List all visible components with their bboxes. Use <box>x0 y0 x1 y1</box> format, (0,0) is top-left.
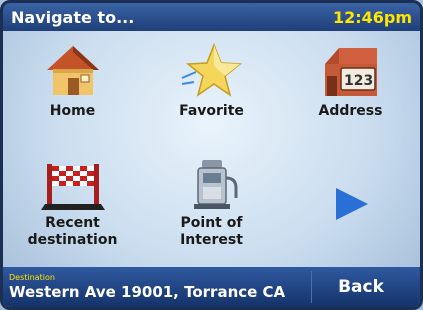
menu-item-label: Favorite <box>179 103 244 119</box>
menu-item-label: Point of Interest <box>180 215 243 248</box>
menu-grid: Home Favorite 123 Address Recent destina… <box>3 36 420 260</box>
menu-item-point-of-interest[interactable]: Point of Interest <box>142 148 281 260</box>
svg-text:123: 123 <box>344 73 373 89</box>
menu-item-home[interactable]: Home <box>3 36 142 148</box>
checkered-flag-icon <box>40 164 105 210</box>
menu-item-label: Home <box>49 103 96 119</box>
next-page-button[interactable] <box>281 148 420 260</box>
menu-item-favorite[interactable]: Favorite <box>142 36 281 148</box>
home-icon <box>46 46 99 95</box>
title-bar: Navigate to... 12:46pm <box>3 3 420 31</box>
menu-item-address[interactable]: 123 Address <box>281 36 420 148</box>
back-button[interactable]: Back <box>311 271 410 303</box>
menu-item-recent-destination[interactable]: Recent destination <box>3 148 142 260</box>
menu-item-label: Address <box>318 103 383 119</box>
star-icon <box>181 42 242 97</box>
page-title: Navigate to... <box>11 7 135 27</box>
destination-caption: Destination <box>9 272 55 282</box>
destination-address: Western Ave 19001, Torrance CA <box>9 282 286 301</box>
address-icon: 123 <box>324 48 377 96</box>
current-destination: Destination Western Ave 19001, Torrance … <box>9 273 285 302</box>
menu-item-label: Recent destination <box>27 215 118 248</box>
point-of-interest-icon <box>193 160 237 209</box>
destination-bar: Destination Western Ave 19001, Torrance … <box>3 267 420 307</box>
right-arrow-icon <box>335 188 368 220</box>
clock: 12:46pm <box>332 7 412 27</box>
